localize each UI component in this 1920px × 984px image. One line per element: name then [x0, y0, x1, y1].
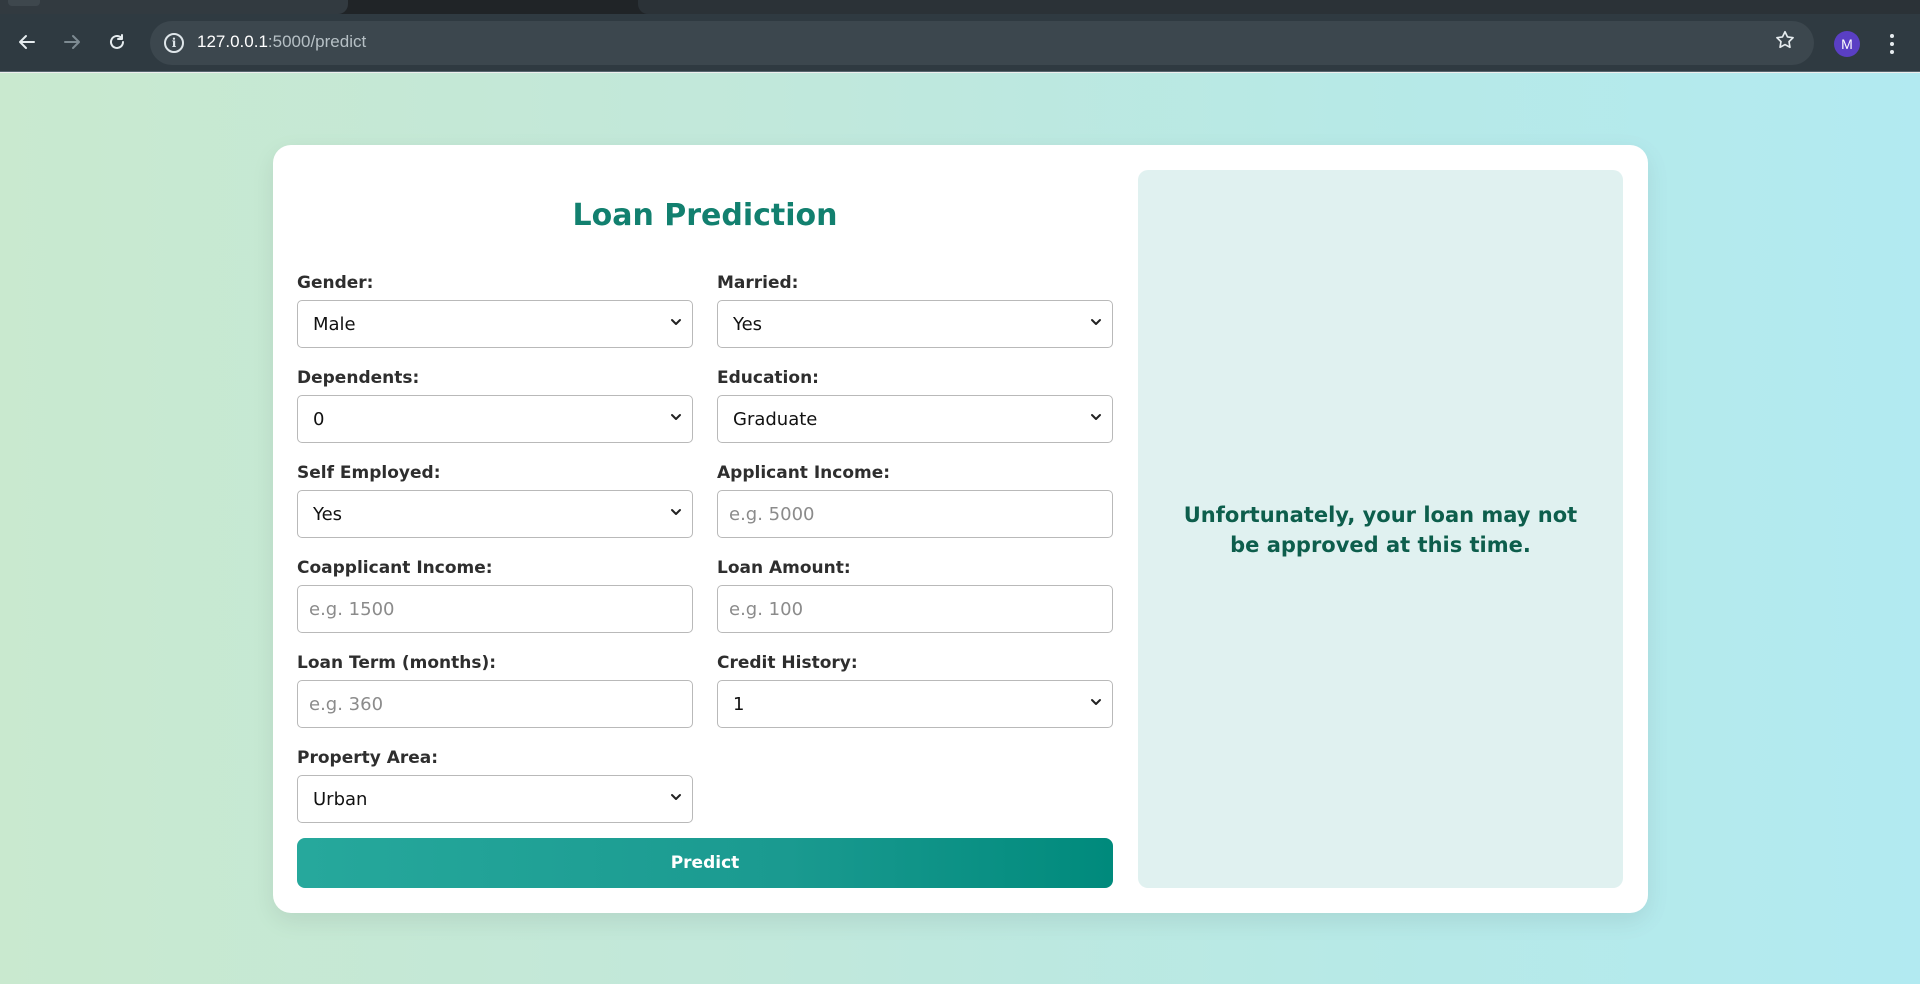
page-viewport: Loan Prediction Gender: Male Married: Ye…	[0, 73, 1920, 984]
applicant-income-label: Applicant Income:	[717, 463, 891, 483]
dependents-field: Dependents: 0	[297, 367, 693, 443]
chevron-down-icon	[671, 794, 681, 800]
gender-select[interactable]: Male	[297, 300, 693, 348]
dependents-select[interactable]: 0	[297, 395, 693, 443]
back-button[interactable]	[11, 26, 43, 58]
predict-button[interactable]: Predict	[297, 838, 1113, 888]
credit-history-field: Credit History: 1	[717, 652, 1113, 728]
coapplicant-income-label: Coapplicant Income:	[297, 558, 493, 578]
applicant-income-input[interactable]: e.g. 5000	[717, 490, 1113, 538]
url-host: 127.0.0.1	[197, 32, 268, 51]
credit-history-value: 1	[733, 694, 745, 715]
dependents-label: Dependents:	[297, 368, 420, 388]
dependents-value: 0	[313, 409, 325, 430]
property-area-label: Property Area:	[297, 748, 439, 768]
loan-term-placeholder: e.g. 360	[309, 694, 384, 715]
inactive-tab-area[interactable]	[638, 0, 1920, 14]
loan-term-field: Loan Term (months): e.g. 360	[297, 652, 693, 728]
star-icon[interactable]	[1774, 29, 1796, 57]
loan-amount-label: Loan Amount:	[717, 558, 851, 578]
self-employed-value: Yes	[313, 504, 343, 525]
education-label: Education:	[717, 368, 819, 388]
chevron-down-icon	[671, 414, 681, 420]
property-area-select[interactable]: Urban	[297, 775, 693, 823]
gender-field: Gender: Male	[297, 272, 693, 348]
chevron-down-icon	[1091, 414, 1101, 420]
credit-history-select[interactable]: 1	[717, 680, 1113, 728]
gender-label: Gender:	[297, 273, 374, 293]
loan-amount-placeholder: e.g. 100	[729, 599, 804, 620]
property-area-value: Urban	[313, 789, 368, 810]
coapplicant-income-input[interactable]: e.g. 1500	[297, 585, 693, 633]
married-field: Married: Yes	[717, 272, 1113, 348]
reload-icon	[110, 34, 124, 49]
chevron-down-icon	[1091, 319, 1101, 325]
education-value: Graduate	[733, 409, 818, 430]
coapplicant-income-field: Coapplicant Income: e.g. 1500	[297, 557, 693, 633]
credit-history-label: Credit History:	[717, 653, 858, 673]
loan-amount-field: Loan Amount: e.g. 100	[717, 557, 1113, 633]
loan-card: Loan Prediction Gender: Male Married: Ye…	[273, 145, 1648, 913]
reload-button[interactable]	[101, 26, 133, 58]
self-employed-label: Self Employed:	[297, 463, 441, 483]
address-bar[interactable]: i 127.0.0.1:5000/predict	[150, 21, 1814, 65]
coapplicant-income-placeholder: e.g. 1500	[309, 599, 395, 620]
chevron-down-icon	[671, 509, 681, 515]
self-employed-field: Self Employed: Yes	[297, 462, 693, 538]
info-icon[interactable]: i	[164, 33, 184, 53]
chevron-down-icon	[1091, 699, 1101, 705]
applicant-income-field: Applicant Income: e.g. 5000	[717, 462, 1113, 538]
url-path: :5000/predict	[267, 32, 367, 51]
tab-strip	[0, 0, 1920, 14]
browser-toolbar: i 127.0.0.1:5000/predict M	[0, 14, 1920, 72]
tab-favicon	[8, 0, 40, 6]
applicant-income-placeholder: e.g. 5000	[729, 504, 815, 525]
married-select[interactable]: Yes	[717, 300, 1113, 348]
result-panel: Unfortunately, your loan may not be appr…	[1138, 170, 1623, 888]
education-select[interactable]: Graduate	[717, 395, 1113, 443]
loan-amount-input[interactable]: e.g. 100	[717, 585, 1113, 633]
married-value: Yes	[733, 314, 763, 335]
arrow-left-icon	[19, 35, 35, 49]
gender-value: Male	[313, 314, 356, 335]
active-tab[interactable]	[0, 0, 348, 14]
chevron-down-icon	[671, 319, 681, 325]
property-area-field: Property Area: Urban	[297, 747, 693, 823]
arrow-right-icon	[64, 35, 80, 49]
loan-term-input[interactable]: e.g. 360	[297, 680, 693, 728]
married-label: Married:	[717, 273, 799, 293]
loan-term-label: Loan Term (months):	[297, 653, 497, 673]
result-message: Unfortunately, your loan may not be appr…	[1183, 503, 1578, 557]
profile-avatar[interactable]: M	[1834, 31, 1860, 57]
education-field: Education: Graduate	[717, 367, 1113, 443]
kebab-menu-icon[interactable]	[1882, 30, 1902, 58]
self-employed-select[interactable]: Yes	[297, 490, 693, 538]
page-title: Loan Prediction	[572, 198, 838, 233]
url-text[interactable]: 127.0.0.1:5000/predict	[197, 32, 366, 52]
forward-button[interactable]	[56, 26, 88, 58]
